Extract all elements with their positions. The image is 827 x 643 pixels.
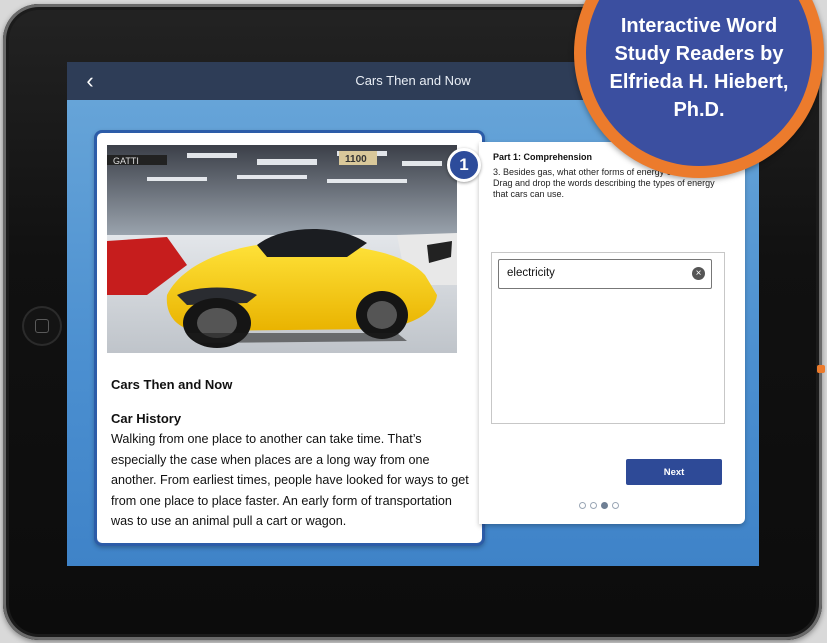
question-panel: Part 1: Comprehension 3. Besides gas, wh… [479,142,745,524]
part-title: Part 1: Comprehension [493,152,593,162]
car-photo: GATTI 1100 [107,145,457,353]
yellow-supercar-image: GATTI 1100 [107,145,457,353]
story-title: Cars Then and Now [111,377,233,392]
section-title: Car History [111,411,182,426]
page-dot[interactable] [579,502,586,509]
promo-line: Elfrieda H. Hiebert, [609,71,789,93]
promo-line: Study Readers by [614,43,784,65]
gatti-sign-text: GATTI [113,156,139,166]
answer-chip[interactable]: electricity × [498,259,712,289]
close-circle-icon[interactable]: × [692,267,705,280]
story-body-text: Walking from one place to another can ta… [111,432,469,528]
page-indicator [579,502,619,509]
answer-chip-label: electricity [507,267,555,279]
promo-line: Ph.D. [673,99,725,121]
next-button[interactable]: Next [626,459,722,485]
hall-sign-text: 1100 [345,154,367,165]
page-dot[interactable] [612,502,619,509]
page-dot[interactable] [590,502,597,509]
answer-drop-zone[interactable]: electricity × [491,252,725,424]
reading-card: GATTI 1100 Cars Then and Now Car History… [94,130,485,546]
promo-text: Interactive Word Study Readers by Elfrie… [586,12,812,124]
step-number-badge: 1 [447,148,481,182]
decorative-tick [817,365,825,373]
page-dot-active[interactable] [601,502,608,509]
home-button[interactable] [22,306,62,346]
promo-seal-inner: Interactive Word Study Readers by Elfrie… [586,0,812,166]
promo-line: Interactive Word [620,15,778,37]
